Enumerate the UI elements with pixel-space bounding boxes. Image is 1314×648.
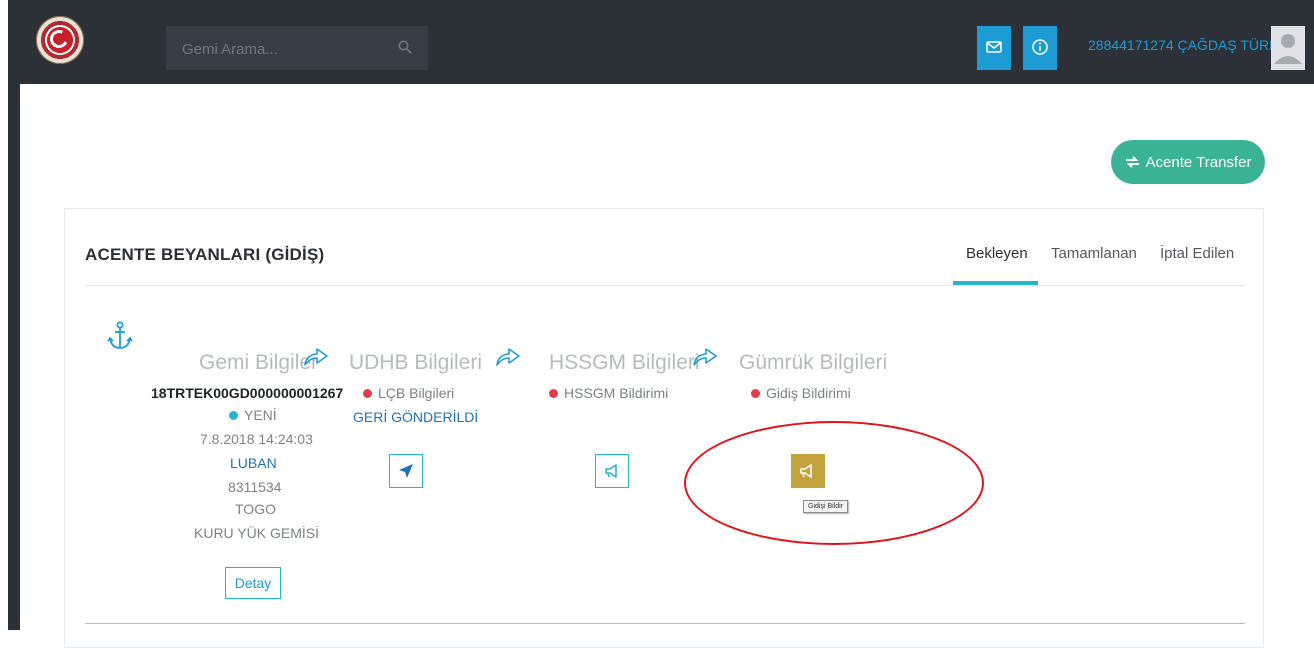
card-bottom-divider: [85, 623, 1245, 624]
anchor-icon: [107, 321, 133, 349]
mail-icon: [986, 41, 1002, 53]
status-yeni: YENİ: [229, 407, 277, 423]
tab-bekleyen[interactable]: Bekleyen: [966, 245, 1028, 262]
left-frame: [8, 0, 20, 630]
step-hssgm-title: HSSGM Bilgileri: [549, 351, 700, 374]
search-input[interactable]: [180, 26, 384, 72]
tab-iptal-edilen[interactable]: İptal Edilen: [1160, 245, 1234, 262]
user-name-link[interactable]: 28844171274 ÇAĞDAŞ TÜRE: [1088, 37, 1278, 53]
declarations-panel: ACENTE BEYANLARI (GİDİŞ) Bekleyen Tamaml…: [64, 208, 1264, 648]
ship-name-link[interactable]: LUBAN: [230, 455, 277, 471]
status-label: YENİ: [244, 407, 277, 423]
search-icon[interactable]: [398, 40, 412, 54]
info-button[interactable]: [1023, 26, 1057, 70]
declaration-date: 7.8.2018 14:24:03: [200, 431, 313, 447]
acente-transfer-label: Acente Transfer: [1145, 153, 1252, 171]
imo-number: 8311534: [228, 479, 282, 495]
udhb-status: GERİ GÖNDERİLDİ: [353, 409, 479, 425]
acente-transfer-button[interactable]: Acente Transfer: [1111, 140, 1265, 184]
gidis-item: Gidiş Bildirimi: [751, 385, 851, 401]
hssgm-item: HSSGM Bildirimi: [549, 385, 668, 401]
hssgm-notify-button[interactable]: [595, 454, 629, 488]
ship-type: KURU YÜK GEMİSİ: [194, 525, 319, 541]
lcb-label: LÇB Bilgileri: [378, 385, 455, 401]
status-dot: [363, 389, 372, 398]
step-gemi-title: Gemi Bilgiler: [199, 351, 319, 374]
hssgm-label: HSSGM Bildirimi: [564, 385, 669, 401]
megaphone-icon: [605, 464, 617, 478]
user-avatar-icon[interactable]: [1271, 26, 1305, 70]
top-navbar: 28844171274 ÇAĞDAŞ TÜRE: [8, 0, 1314, 84]
window-edge: [0, 0, 8, 630]
mail-button[interactable]: [977, 26, 1011, 70]
panel-title: ACENTE BEYANLARI (GİDİŞ): [85, 245, 325, 264]
status-dot: [751, 389, 760, 398]
panel-divider: [85, 285, 1245, 286]
transfer-icon: [1125, 156, 1139, 168]
logo-emblem-icon[interactable]: [36, 16, 84, 64]
lcb-item: LÇB Bilgileri: [363, 385, 454, 401]
forward-arrow-icon: [304, 348, 328, 366]
forward-arrow-icon: [496, 348, 520, 366]
detay-button[interactable]: Detay: [225, 567, 281, 599]
forward-arrow-icon: [693, 348, 717, 366]
paper-plane-icon: [399, 464, 413, 478]
send-button[interactable]: [389, 454, 423, 488]
declaration-id: 18TRTEK00GD000000001267: [151, 385, 344, 401]
gidis-label: Gidiş Bildirimi: [766, 385, 851, 401]
status-dot: [229, 411, 238, 420]
info-icon: [1032, 39, 1048, 55]
status-dot: [549, 389, 558, 398]
tab-tamamlanan[interactable]: Tamamlanan: [1051, 245, 1137, 262]
step-gumruk-title: Gümrük Bilgileri: [739, 351, 888, 374]
highlight-annotation: [684, 421, 984, 545]
ship-search[interactable]: [166, 26, 428, 72]
step-udhb-title: UDHB Bilgileri: [349, 351, 483, 374]
flag-country: TOGO: [235, 501, 276, 517]
active-tab-indicator: [953, 281, 1038, 285]
